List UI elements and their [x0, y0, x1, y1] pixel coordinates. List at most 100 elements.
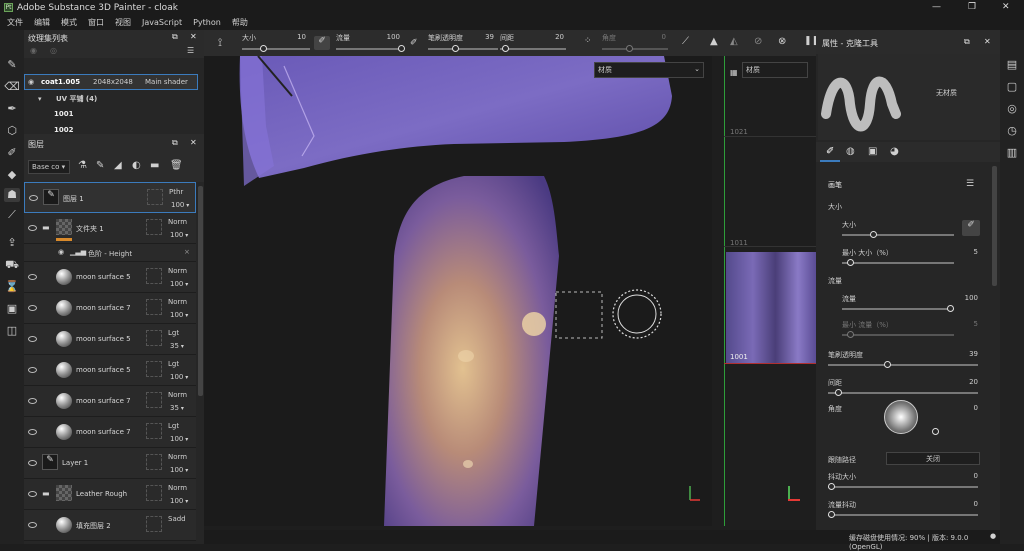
close-panel-icon[interactable]: ✕	[190, 32, 197, 41]
size-slider[interactable]	[842, 231, 954, 238]
eye-icon[interactable]	[28, 274, 37, 280]
mask-slot[interactable]	[146, 485, 162, 501]
blend-mode[interactable]: Norm	[168, 218, 187, 226]
folder-row[interactable]: ▬ 文件夹 1 Norm 100	[24, 213, 196, 244]
eye-icon[interactable]	[29, 195, 38, 201]
menu-edit[interactable]: 编辑	[34, 17, 50, 28]
mask-slot[interactable]	[146, 423, 162, 439]
menu-view[interactable]: 视图	[115, 17, 131, 28]
clone-tool-icon[interactable]: ☗	[4, 188, 20, 202]
display-icon[interactable]: ▢	[1004, 80, 1020, 94]
eye-icon[interactable]	[28, 398, 37, 404]
toolbar-angle-value[interactable]: 0	[656, 33, 666, 41]
flow-jitter-slider[interactable]	[828, 511, 978, 518]
layer-opacity[interactable]: 100	[170, 311, 188, 319]
layer-opacity[interactable]: 35	[170, 342, 184, 350]
blend-mode[interactable]: Norm	[168, 453, 187, 461]
jitter-size-slider-knob[interactable]	[828, 483, 835, 490]
menu-python[interactable]: Python	[193, 18, 221, 27]
blend-mode[interactable]: Norm	[168, 484, 187, 492]
texture-set-icon[interactable]: ▣	[4, 302, 20, 316]
opacity-slider[interactable]	[828, 361, 978, 368]
layer-row[interactable]: moon surface 7 Lgt 100	[24, 417, 196, 448]
blend-mode[interactable]: Lgt	[168, 422, 179, 430]
menu-help[interactable]: 帮助	[232, 17, 248, 28]
blend-mode[interactable]: Lgt	[168, 360, 179, 368]
flow-jitter-value[interactable]: 0	[956, 500, 978, 508]
eye-icon[interactable]	[28, 305, 37, 311]
layer-opacity[interactable]: 100	[170, 231, 188, 239]
spacing-value[interactable]: 20	[956, 378, 978, 386]
opacity-slider-knob[interactable]	[884, 361, 891, 368]
toolbar-flow-value[interactable]: 100	[380, 33, 400, 41]
blend-mode[interactable]: Norm	[168, 298, 187, 306]
eye-icon[interactable]: ◉	[28, 78, 34, 86]
uv-viewport[interactable]: ▦ 材质 1021 1011 1001	[712, 56, 816, 526]
flow-slider[interactable]	[842, 305, 954, 312]
close-panel-icon[interactable]: ✕	[984, 37, 991, 46]
eye-icon[interactable]	[28, 522, 37, 528]
layer-opacity[interactable]: 100	[170, 373, 188, 381]
layer-opacity[interactable]: 100	[170, 466, 188, 474]
log-icon[interactable]: ▥	[1004, 146, 1020, 160]
color-picker-icon[interactable]: ⟋	[4, 208, 20, 222]
float-icon[interactable]: ⧉	[172, 138, 178, 148]
tab-material-icon[interactable]: ◕	[890, 146, 899, 157]
history-icon[interactable]: ⌛	[4, 280, 20, 294]
follow-path-select[interactable]: 关闭	[886, 452, 980, 465]
spacing-slider-knob[interactable]	[835, 389, 842, 396]
jitter-size-slider[interactable]	[828, 483, 978, 490]
hide-icon[interactable]: ⊗	[778, 36, 786, 47]
brush-preset-icon[interactable]: ⟟	[218, 36, 222, 50]
toolbar-opacity-slider[interactable]	[428, 45, 498, 52]
menu-lines-icon[interactable]: ☰	[187, 46, 194, 55]
angle-knob[interactable]	[932, 428, 939, 435]
layer-opacity[interactable]: 100	[170, 435, 188, 443]
close-button[interactable]: ✕	[1002, 2, 1010, 12]
eye-icon[interactable]	[28, 336, 37, 342]
eye-icon[interactable]: ◉	[58, 248, 64, 256]
solo-icon[interactable]: ⊘	[754, 36, 762, 47]
flow-pressure-icon[interactable]: ✐	[410, 38, 418, 48]
folder-row[interactable]: ▬ Leather Rough Norm 100	[24, 479, 196, 510]
mask-slot[interactable]	[146, 330, 162, 346]
maximize-button[interactable]: ❐	[968, 2, 976, 12]
min-flow-value[interactable]: 5	[956, 320, 978, 328]
close-panel-icon[interactable]: ✕	[190, 138, 197, 147]
size-slider-knob[interactable]	[870, 231, 877, 238]
tab-brush-icon[interactable]: ✐	[826, 146, 834, 157]
display-settings-icon[interactable]: ◫	[4, 324, 20, 338]
min-size-slider[interactable]	[842, 259, 954, 266]
angle-dial[interactable]	[884, 400, 918, 434]
layer-row[interactable]: moon surface 5 Norm 100	[24, 262, 196, 293]
spacing-slider[interactable]	[828, 389, 978, 396]
toolbar-angle-slider[interactable]	[602, 45, 668, 52]
layer-row[interactable]: moon surface 5 Lgt 100	[24, 355, 196, 386]
camera-mode-icon[interactable]: ▲	[710, 36, 718, 47]
flow-slider-knob[interactable]	[947, 305, 954, 312]
mask-slot[interactable]	[146, 299, 162, 315]
eye-icon[interactable]	[28, 491, 37, 497]
mask-slot[interactable]	[146, 219, 162, 235]
geometry-mask-icon[interactable]: ⬡	[4, 124, 20, 138]
uv-material-select[interactable]: 材质	[742, 62, 808, 78]
material-dropdown[interactable]: 材质 ⌄	[594, 62, 704, 78]
layer-row[interactable]: moon surface 7 Norm 100	[24, 293, 196, 324]
mask-slot[interactable]	[146, 361, 162, 377]
layers-scrollbar[interactable]	[198, 186, 203, 396]
grid-icon[interactable]: ▦	[730, 68, 738, 77]
min-flow-slider-knob[interactable]	[847, 331, 854, 338]
bake-icon[interactable]: ⇪	[4, 236, 20, 250]
menu-window[interactable]: 窗口	[88, 17, 104, 28]
blend-mode[interactable]: Pthr	[169, 188, 183, 196]
polygon-fill-icon[interactable]: ◆	[4, 168, 20, 182]
layer-row[interactable]: 填充图层 2 Sadd	[24, 510, 196, 541]
minimize-button[interactable]: —	[932, 2, 941, 12]
environment-icon[interactable]: ◎	[1004, 102, 1020, 116]
eye-icon[interactable]	[28, 460, 37, 466]
channel-select[interactable]: Base co ▾	[28, 160, 70, 174]
texture-set-settings-icon[interactable]: ▤	[1004, 58, 1020, 72]
add-effect-icon[interactable]: ⚗	[78, 160, 87, 171]
float-icon[interactable]: ⧉	[172, 32, 178, 42]
layer-row[interactable]: ✎ 图层 1 Pthr 100	[24, 182, 196, 213]
